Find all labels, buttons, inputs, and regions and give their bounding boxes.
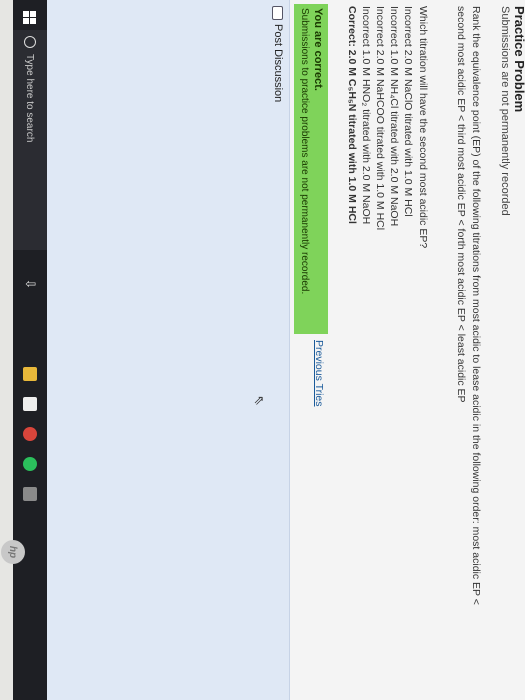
feedback-title: You are correct.: [312, 8, 324, 91]
post-discussion-label: Post Discussion: [272, 24, 284, 103]
windows-icon: [23, 10, 37, 24]
answer-list: Incorrect 2.0 M NaClO titrated with 1.0 …: [345, 6, 415, 230]
correct-feedback-banner: You are correct. Submissions to practice…: [294, 4, 328, 334]
hp-logo: hp: [1, 540, 25, 564]
page-title: Practice Problem: [512, 6, 525, 113]
mouse-cursor-icon: ⇖: [252, 395, 267, 406]
file-explorer-icon[interactable]: [13, 362, 47, 386]
windows-start-button[interactable]: [13, 6, 47, 28]
chrome-icon[interactable]: [13, 422, 47, 446]
practice-problem-page: Practice Problem Submissions are not per…: [46, 0, 525, 700]
discussion-panel: Post Discussion ⇖: [46, 0, 290, 700]
search-placeholder: Type here to search: [24, 54, 36, 143]
page-subtitle: Submissions are not permanently recorded: [499, 6, 511, 216]
feedback-message: Submissions to practice problems are not…: [299, 8, 310, 295]
answer-item: Incorrect 1.0 M NH₄Cl titrated with 2.0 …: [388, 6, 400, 227]
calculator-icon[interactable]: [13, 482, 47, 506]
rotated-photo-frame: Practice Problem Submissions are not per…: [0, 0, 525, 700]
answer-item: Incorrect 2.0 M NaClO titrated with 1.0 …: [402, 6, 414, 217]
post-discussion-button[interactable]: Post Discussion: [272, 6, 284, 102]
microphone-icon[interactable]: ⇩: [13, 272, 47, 296]
previous-tries-link[interactable]: Previous Tries: [313, 340, 325, 407]
cortana-icon: [24, 36, 36, 48]
spotify-icon[interactable]: [13, 452, 47, 476]
taskbar-search[interactable]: Type here to search: [13, 30, 47, 250]
taskbar: Type here to search ⇩: [13, 0, 47, 700]
correct-answer-item: Correct: 2.0 M C₅H₅N titrated with 1.0 M…: [346, 6, 358, 224]
question-text: Which titration will have the second mos…: [417, 6, 429, 249]
browser-viewport: Practice Problem Submissions are not per…: [46, 0, 525, 700]
problem-statement: Rank the equivalence point (EP) of the f…: [455, 6, 482, 605]
answer-item: Incorrect 1.0 M HNO₂ titrated with 2.0 M…: [360, 6, 372, 225]
store-icon[interactable]: [13, 392, 47, 416]
comment-icon: [272, 6, 284, 20]
answer-item: Incorrect 2.0 M NaHCOO titrated with 1.0…: [374, 6, 386, 231]
